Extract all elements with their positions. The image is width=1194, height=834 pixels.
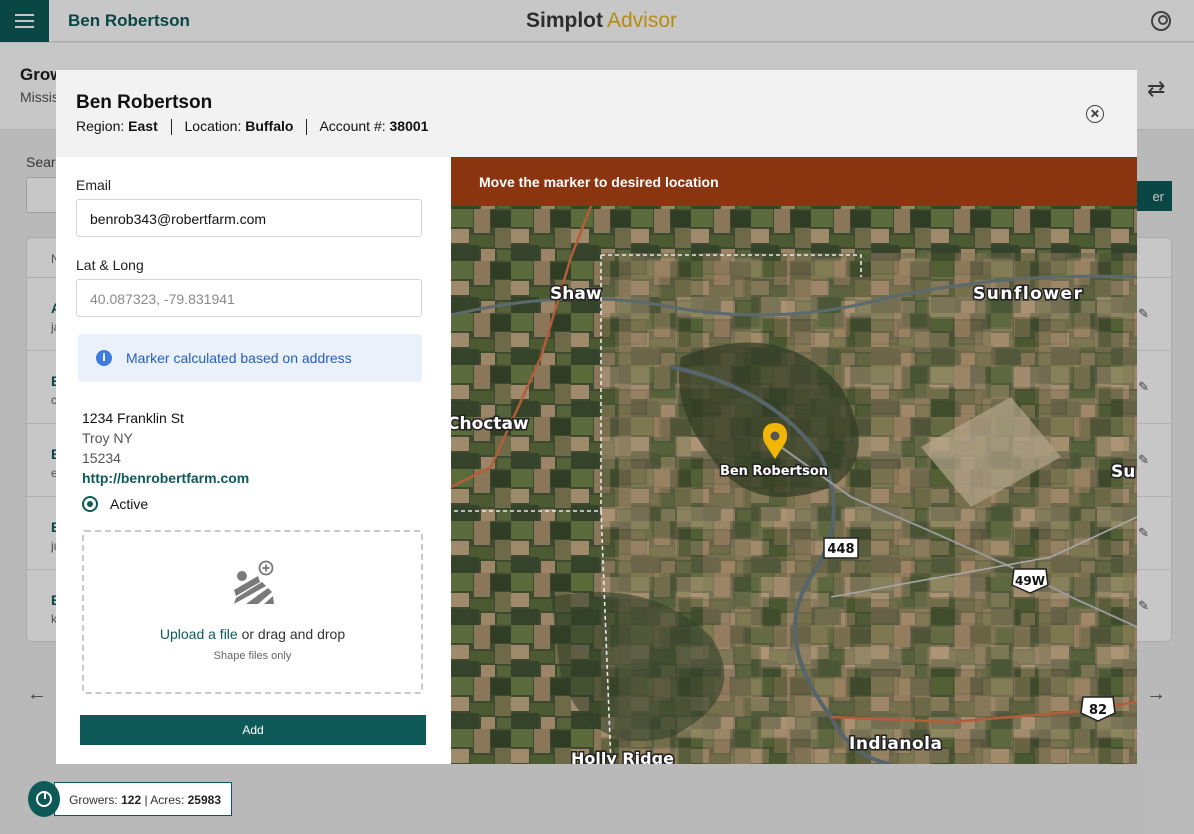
info-banner: i Marker calculated based on address xyxy=(78,334,422,382)
place-label-shaw: Shaw xyxy=(550,284,602,304)
grower-location-modal: Ben Robertson Region: East Location: Buf… xyxy=(56,70,1137,764)
svg-text:82: 82 xyxy=(1089,703,1107,718)
place-label-su: Su xyxy=(1111,462,1135,482)
growers-label: Growers: xyxy=(69,793,118,807)
stats-summary[interactable]: Growers: 122 | Acres: 25983 xyxy=(28,781,232,817)
address-street: 1234 Franklin St xyxy=(82,410,184,426)
upload-instructions: Upload a file or drag and drop xyxy=(84,626,421,642)
place-label-holly-ridge: Holly Ridge xyxy=(571,749,674,764)
active-radio[interactable]: Active xyxy=(82,496,148,512)
map-instruction-banner: Move the marker to desired location xyxy=(451,157,1137,206)
upload-hint: Shape files only xyxy=(213,650,292,662)
region-value: East xyxy=(128,118,158,134)
add-button[interactable]: Add xyxy=(80,715,426,745)
stats-separator: | xyxy=(144,793,148,807)
info-icon: i xyxy=(96,350,112,366)
modal-title: Ben Robertson xyxy=(76,92,213,113)
radio-selected-icon[interactable] xyxy=(82,496,98,512)
acres-label: Acres: xyxy=(150,793,185,807)
grower-form: Email benrob343@robertfarm.com Lat & Lon… xyxy=(56,157,451,764)
location-label: Location: xyxy=(184,118,242,134)
info-text: Marker calculated based on address xyxy=(126,350,352,366)
field-upload-icon xyxy=(234,560,274,604)
latlong-label: Lat & Long xyxy=(76,257,144,273)
drag-drop-text: or drag and drop xyxy=(237,626,346,642)
meta-divider xyxy=(170,119,172,136)
latlong-field[interactable]: 40.087323, -79.831941 xyxy=(76,279,422,317)
address-zip: 15234 xyxy=(82,450,121,466)
address-city: Troy NY xyxy=(82,430,133,446)
email-field[interactable]: benrob343@robertfarm.com xyxy=(76,199,422,237)
svg-text:49W: 49W xyxy=(1015,574,1045,588)
acres-count: 25983 xyxy=(187,793,221,807)
website-link[interactable]: http://benrobertfarm.com xyxy=(82,470,249,486)
place-label-choctaw: Choctaw xyxy=(451,414,529,434)
account-value: 38001 xyxy=(389,118,429,134)
modal-header: Ben Robertson Region: East Location: Buf… xyxy=(56,70,1137,157)
marker-label: Ben Robertson xyxy=(720,464,828,479)
stats-box: Growers: 122 | Acres: 25983 xyxy=(54,782,232,816)
place-label-sunflower: Sunflower xyxy=(973,284,1083,304)
map-canvas[interactable]: Shaw Sunflower Choctaw Su Indianola Holl… xyxy=(451,157,1137,764)
location-value: Buffalo xyxy=(245,118,294,134)
email-label: Email xyxy=(76,177,112,193)
growers-count: 122 xyxy=(121,793,142,807)
active-label: Active xyxy=(110,496,149,512)
pie-chart-icon[interactable] xyxy=(28,781,61,817)
upload-file-link[interactable]: Upload a file xyxy=(160,626,238,642)
grower-meta: Region: East Location: Buffalo Account #… xyxy=(76,118,429,136)
region-label: Region: xyxy=(76,118,125,134)
satellite-map[interactable]: Move the marker to desired location Shaw… xyxy=(451,157,1137,764)
place-label-indianola: Indianola xyxy=(849,734,942,754)
file-dropzone[interactable]: Upload a file or drag and drop Shape fil… xyxy=(82,530,423,694)
account-label: Account #: xyxy=(319,118,386,134)
route-shield-448: 448 xyxy=(823,537,859,559)
svg-text:448: 448 xyxy=(827,542,854,557)
meta-divider xyxy=(306,119,308,136)
close-icon[interactable] xyxy=(1086,105,1104,123)
